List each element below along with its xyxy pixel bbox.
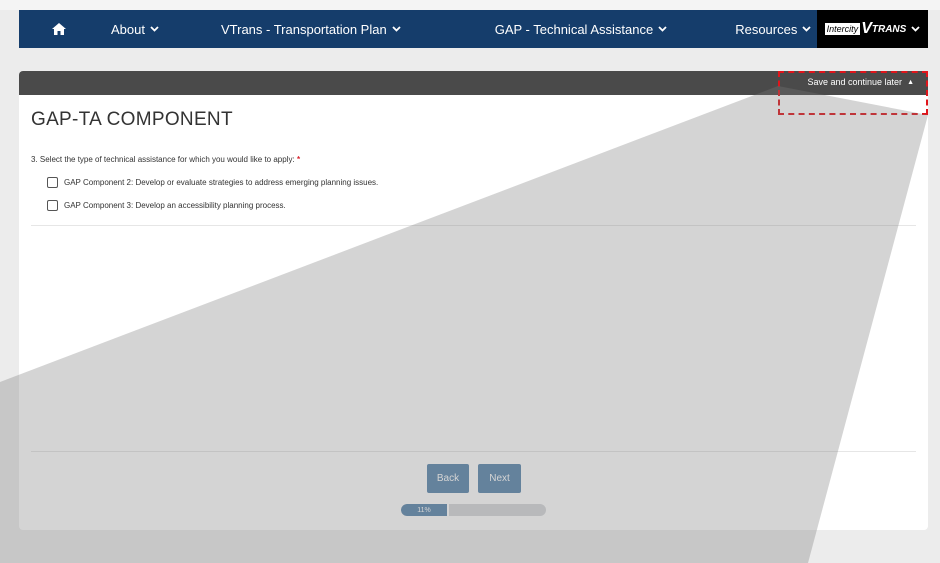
brand-menu[interactable]: Intercity V TRANS bbox=[817, 10, 928, 48]
nav-about[interactable]: About bbox=[111, 22, 159, 37]
chevron-down-icon bbox=[802, 26, 811, 32]
logo-v: V bbox=[861, 20, 872, 37]
nav-resources-label: Resources bbox=[735, 21, 798, 37]
option-label: GAP Component 3: Develop an accessibilit… bbox=[64, 201, 286, 210]
vtrans-logo: Intercity V TRANS bbox=[824, 20, 907, 38]
save-and-continue-later-button[interactable]: Save and continue later ▲ bbox=[807, 77, 914, 87]
save-later-label: Save and continue later bbox=[807, 77, 903, 87]
form-header-bar: Save and continue later ▲ bbox=[19, 71, 928, 95]
logo-trans: TRANS bbox=[871, 23, 907, 35]
option-gap-component-2[interactable]: GAP Component 2: Develop or evaluate str… bbox=[47, 177, 378, 188]
divider bbox=[31, 451, 916, 452]
home-button[interactable] bbox=[19, 22, 99, 36]
checkbox-gap-component-2[interactable] bbox=[47, 177, 58, 188]
caret-up-icon: ▲ bbox=[907, 78, 914, 86]
chevron-down-icon bbox=[392, 26, 401, 32]
nav-vtrans-plan-label: VTrans - Transportation Plan bbox=[220, 21, 387, 37]
form-card: Save and continue later ▲ GAP-TA COMPONE… bbox=[19, 71, 928, 530]
chevron-down-icon bbox=[658, 26, 667, 32]
option-gap-component-3[interactable]: GAP Component 3: Develop an accessibilit… bbox=[47, 200, 286, 211]
required-marker: * bbox=[296, 155, 301, 164]
chevron-down-icon bbox=[150, 26, 159, 32]
divider bbox=[31, 225, 916, 226]
nav-vtrans-plan[interactable]: VTrans - Transportation Plan bbox=[221, 22, 401, 37]
logo-box-text: Intercity bbox=[824, 23, 861, 35]
nav-about-label: About bbox=[111, 21, 145, 37]
home-icon bbox=[52, 23, 66, 35]
main-navbar: About VTrans - Transportation Plan GAP -… bbox=[19, 10, 928, 48]
question-label: 3. Select the type of technical assistan… bbox=[31, 155, 300, 164]
progress-fill: 11% bbox=[401, 504, 449, 516]
option-label: GAP Component 2: Develop or evaluate str… bbox=[64, 178, 379, 187]
question-text: 3. Select the type of technical assistan… bbox=[31, 155, 295, 164]
nav-gap-label: GAP - Technical Assistance bbox=[494, 21, 654, 37]
nav-gap-technical-assistance[interactable]: GAP - Technical Assistance bbox=[495, 22, 668, 37]
progress-label: 11% bbox=[417, 506, 431, 514]
checkbox-gap-component-3[interactable] bbox=[47, 200, 58, 211]
nav-resources[interactable]: Resources bbox=[735, 22, 811, 37]
chevron-down-icon bbox=[911, 26, 920, 32]
page-title: GAP-TA COMPONENT bbox=[31, 109, 233, 130]
back-button[interactable]: Back bbox=[427, 464, 469, 493]
browser-top-strip bbox=[0, 0, 940, 10]
next-button[interactable]: Next bbox=[478, 464, 521, 493]
progress-bar: 11% bbox=[401, 504, 546, 516]
